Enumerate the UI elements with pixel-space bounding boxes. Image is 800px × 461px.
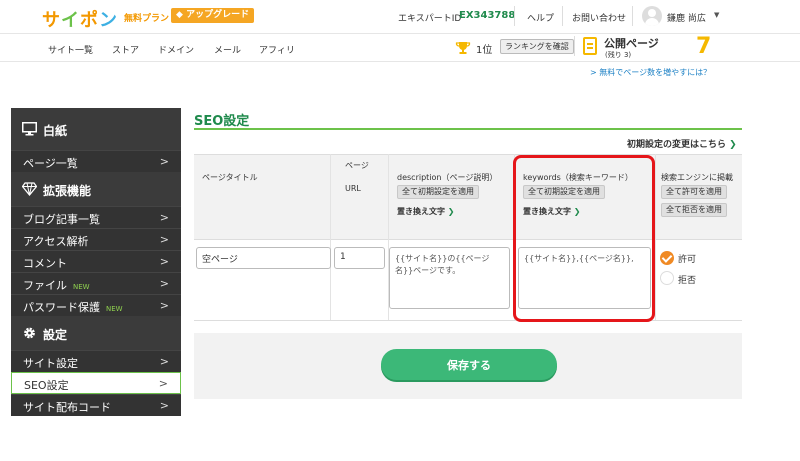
allow-label: 許可 bbox=[678, 255, 697, 265]
diamond-icon bbox=[22, 182, 37, 196]
sidebar-item-blog[interactable]: ブログ記事一覧 > bbox=[11, 206, 181, 228]
chevron-right-icon: > bbox=[159, 255, 169, 268]
saipon-logo[interactable]: サイポン bbox=[42, 6, 118, 32]
nav-site-list[interactable]: サイト一覧 bbox=[48, 43, 93, 56]
chevron-right-icon: ❯ bbox=[447, 207, 455, 216]
chevron-right-icon: > bbox=[158, 377, 168, 390]
row-divider bbox=[194, 320, 742, 321]
ranking-button[interactable]: ランキングを確認 bbox=[500, 39, 574, 54]
top-header: サイポン 無料プラン ◆ アップグレード エキスパートID EX343788 ヘ… bbox=[0, 0, 800, 34]
sidebar: 白紙 ページ一覧 > 拡張機能 ブログ記事一覧 > アクセス解析 > コメント … bbox=[11, 108, 181, 416]
divider bbox=[632, 6, 633, 26]
new-badge: NEW bbox=[106, 305, 123, 313]
allow-all-button[interactable]: 全て許可を適用 bbox=[661, 185, 727, 199]
deny-all-button[interactable]: 全て拒否を適用 bbox=[661, 203, 727, 217]
sidebar-item-seo[interactable]: SEO設定 > bbox=[11, 372, 181, 394]
chevron-right-icon: > bbox=[159, 211, 169, 224]
gear-icon bbox=[24, 327, 35, 339]
divider bbox=[574, 36, 575, 56]
column-header-page-url: ページ bbox=[345, 161, 369, 170]
description-replace-link[interactable]: 置き換え文字 ❯ bbox=[397, 206, 455, 217]
nav-affiliate[interactable]: アフィリ bbox=[259, 43, 295, 56]
avatar-icon[interactable] bbox=[642, 6, 662, 26]
username[interactable]: 鎌鹿 尚広 bbox=[667, 11, 706, 24]
public-pages-label: 公開ページ bbox=[604, 37, 659, 50]
chevron-right-icon: > bbox=[159, 355, 169, 368]
expert-id-value: EX343788 bbox=[459, 10, 516, 21]
help-link[interactable]: ヘルプ bbox=[527, 11, 554, 24]
divider bbox=[514, 6, 515, 26]
allow-radio[interactable] bbox=[660, 251, 674, 265]
column-header-url: URL bbox=[345, 184, 361, 193]
column-header-page-title: ページタイトル bbox=[202, 173, 258, 182]
diamond-icon: ◆ bbox=[176, 10, 183, 20]
main-nav: サイト一覧 ストア ドメイン メール アフィリ 1位 ランキングを確認 公開ペー… bbox=[0, 34, 800, 62]
chevron-right-icon: > bbox=[159, 277, 169, 290]
new-badge: NEW bbox=[73, 283, 90, 291]
chevron-right-icon: > bbox=[159, 399, 169, 412]
column-divider bbox=[655, 154, 656, 320]
nav-domain[interactable]: ドメイン bbox=[158, 43, 194, 56]
contact-link[interactable]: お問い合わせ bbox=[572, 11, 626, 24]
sidebar-item-analytics[interactable]: アクセス解析 > bbox=[11, 228, 181, 250]
sidebar-item-page-list[interactable]: ページ一覧 > bbox=[11, 150, 181, 172]
sidebar-section-settings: 設定 bbox=[11, 316, 181, 350]
page-url-input[interactable]: 1 bbox=[334, 247, 385, 269]
public-pages-remaining: (残り 3) bbox=[605, 51, 632, 59]
column-divider bbox=[330, 154, 331, 320]
deny-label: 拒否 bbox=[678, 276, 697, 286]
deny-radio[interactable] bbox=[660, 271, 674, 285]
chevron-down-icon[interactable]: ▼ bbox=[714, 11, 719, 19]
initial-settings-link[interactable]: 初期設定の変更はこちら ❯ bbox=[627, 137, 737, 150]
save-button[interactable]: 保存する bbox=[381, 349, 557, 380]
column-header-description: description（ページ説明） bbox=[397, 173, 498, 182]
divider bbox=[562, 6, 563, 26]
chevron-right-icon: ❯ bbox=[729, 140, 737, 150]
nav-mail[interactable]: メール bbox=[214, 43, 241, 56]
rank-value: 1位 bbox=[476, 45, 493, 56]
document-icon bbox=[583, 37, 597, 55]
sidebar-item-site-settings[interactable]: サイト設定 > bbox=[11, 350, 181, 372]
keywords-highlight-annotation bbox=[513, 155, 655, 322]
title-underline bbox=[194, 128, 742, 130]
sidebar-item-password[interactable]: パスワード保護 NEW > bbox=[11, 294, 181, 316]
plan-label: 無料プラン bbox=[124, 14, 170, 24]
trophy-icon bbox=[455, 42, 471, 54]
increase-pages-link[interactable]: > 無料でページ数を増やすには？ bbox=[590, 67, 711, 78]
description-textarea[interactable]: {{サイト名}}の{{ページ名}}ページです。 bbox=[389, 247, 510, 309]
nav-store[interactable]: ストア bbox=[112, 43, 139, 56]
sidebar-item-distribution-code[interactable]: サイト配布コード > bbox=[11, 394, 181, 416]
description-apply-initial-button[interactable]: 全て初期設定を適用 bbox=[397, 185, 479, 199]
expert-id-label: エキスパートID bbox=[398, 14, 462, 24]
sidebar-section-extensions: 拡張機能 bbox=[11, 172, 181, 206]
sidebar-item-files[interactable]: ファイル NEW > bbox=[11, 272, 181, 294]
column-header-search-engine: 検索エンジンに掲載 bbox=[661, 173, 733, 182]
upgrade-button[interactable]: ◆ アップグレード bbox=[171, 8, 255, 23]
chevron-right-icon: > bbox=[159, 299, 169, 312]
sidebar-item-comments[interactable]: コメント > bbox=[11, 250, 181, 272]
chevron-right-icon: > bbox=[159, 233, 169, 246]
public-pages-count: 7 bbox=[696, 34, 712, 59]
chevron-right-icon: > bbox=[159, 155, 169, 168]
page-title-input[interactable]: 空ページ bbox=[196, 247, 331, 269]
monitor-icon bbox=[22, 122, 37, 136]
sidebar-section-blank: 白紙 bbox=[11, 108, 181, 150]
page-title: SEO設定 bbox=[194, 114, 250, 129]
